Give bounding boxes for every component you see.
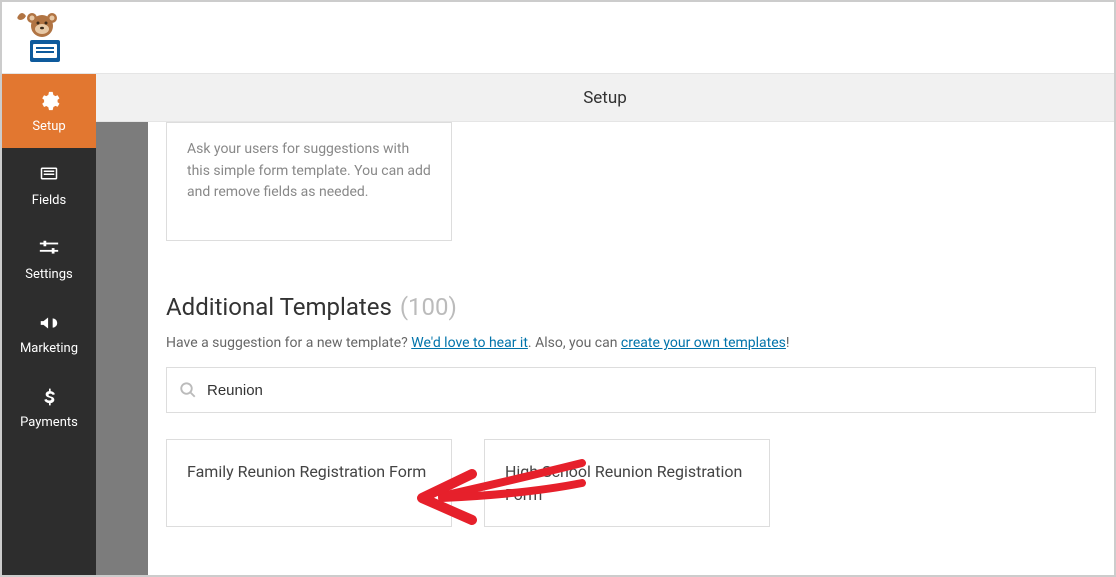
- template-suggestion-line: Have a suggestion for a new template? We…: [166, 335, 1096, 351]
- additional-templates-heading: Additional Templates (100): [166, 293, 1096, 321]
- sidebar-item-payments[interactable]: Payments: [2, 370, 96, 444]
- list-icon: [37, 163, 61, 187]
- main-dark-margin: [96, 122, 148, 575]
- template-search-box[interactable]: [166, 367, 1096, 413]
- suggestion-link-hear[interactable]: We'd love to hear it: [411, 335, 528, 351]
- sidebar-item-label: Fields: [32, 193, 66, 208]
- suggestion-post: !: [786, 335, 790, 351]
- template-card-title: High School Reunion Registration Form: [505, 460, 749, 506]
- sidebar-item-fields[interactable]: Fields: [2, 148, 96, 222]
- gear-icon: [37, 89, 61, 113]
- sidebar-item-label: Setup: [32, 119, 65, 134]
- suggestion-mid: . Also, you can: [528, 335, 621, 351]
- heading-label: Additional Templates: [166, 293, 392, 321]
- template-card-title: Family Reunion Registration Form: [187, 460, 431, 483]
- main-content: Ask your users for suggestions with this…: [148, 122, 1114, 575]
- heading-count: (100): [400, 293, 457, 321]
- template-card-family-reunion[interactable]: Family Reunion Registration Form: [166, 439, 452, 527]
- page-title-bar: Setup: [96, 74, 1114, 122]
- suggestion-link-create[interactable]: create your own templates: [621, 335, 786, 351]
- wpforms-logo-icon: [10, 10, 70, 66]
- sidebar-item-label: Marketing: [20, 341, 78, 356]
- template-description-card: Ask your users for suggestions with this…: [166, 122, 452, 241]
- bullhorn-icon: [37, 311, 61, 335]
- template-search-input[interactable]: [207, 382, 1083, 399]
- template-description-text: Ask your users for suggestions with this…: [187, 139, 431, 204]
- dollar-icon: [37, 385, 61, 409]
- sliders-icon: [37, 237, 61, 261]
- page-title: Setup: [583, 88, 627, 108]
- sidebar-item-settings[interactable]: Settings: [2, 222, 96, 296]
- logo-bar: [2, 2, 1114, 74]
- sidebar-item-label: Settings: [25, 267, 72, 282]
- template-card-high-school-reunion[interactable]: High School Reunion Registration Form: [484, 439, 770, 527]
- sidebar-item-marketing[interactable]: Marketing: [2, 296, 96, 370]
- template-results: Family Reunion Registration Form High Sc…: [166, 439, 1096, 527]
- sidebar: Setup Fields Settings Marketing Payments: [2, 74, 96, 575]
- suggestion-pre: Have a suggestion for a new template?: [166, 335, 411, 351]
- sidebar-item-label: Payments: [20, 415, 78, 430]
- sidebar-item-setup[interactable]: Setup: [2, 74, 96, 148]
- search-icon: [179, 381, 197, 399]
